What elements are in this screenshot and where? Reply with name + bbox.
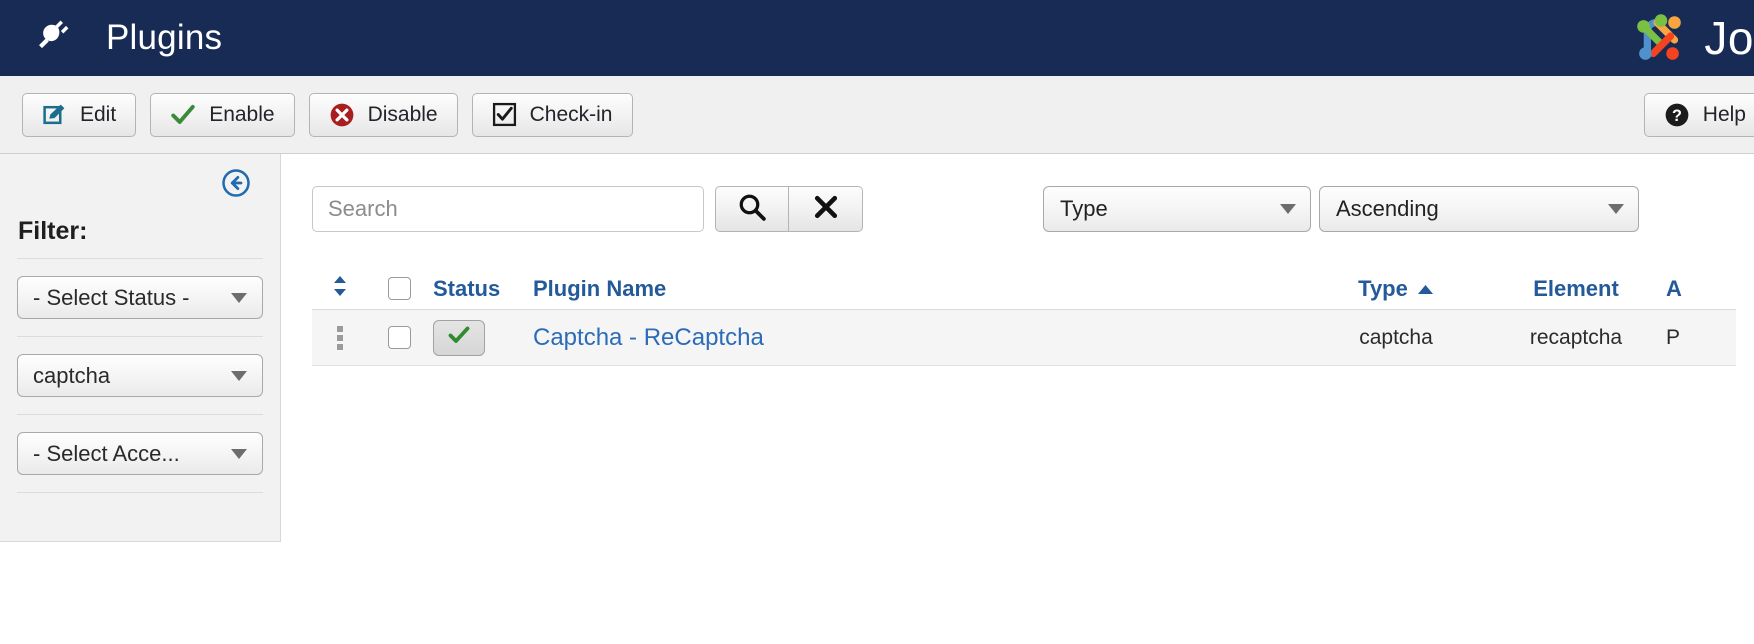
edit-button-label: Edit <box>80 102 117 126</box>
question-circle-icon: ? <box>1664 102 1690 128</box>
sort-direction-value: Ascending <box>1336 196 1439 221</box>
help-button[interactable]: ? Help <box>1643 92 1754 137</box>
disable-button[interactable]: Disable <box>308 92 458 137</box>
divider <box>17 492 263 493</box>
column-status-label: Status <box>433 275 501 301</box>
drag-handle-icon[interactable] <box>337 325 343 350</box>
column-access[interactable]: A <box>1666 276 1736 302</box>
column-type-label: Type <box>1358 275 1408 301</box>
filter-type-select[interactable]: captcha <box>17 354 263 397</box>
row-drag-cell[interactable] <box>312 325 368 350</box>
arrow-left-circle-icon[interactable] <box>221 168 251 203</box>
chevron-down-icon <box>231 370 247 381</box>
select-all-checkbox[interactable] <box>387 277 411 300</box>
edit-pencil-icon <box>42 102 67 127</box>
sort-ascending-icon <box>1417 276 1434 302</box>
sort-direction-select[interactable]: Ascending <box>1319 186 1639 232</box>
column-type[interactable]: Type <box>1306 276 1486 302</box>
disable-button-label: Disable <box>367 102 438 126</box>
column-element[interactable]: Element <box>1486 276 1666 302</box>
column-select-all[interactable] <box>368 277 430 300</box>
main-panel: Type Ascending <box>281 154 1754 644</box>
check-in-button[interactable]: Check-in <box>471 92 633 137</box>
chevron-down-icon <box>1608 204 1624 214</box>
svg-text:?: ? <box>1672 106 1682 124</box>
row-name-cell[interactable]: Captcha - ReCaptcha <box>530 324 1306 352</box>
joomla-brand[interactable]: Joo <box>1628 7 1754 69</box>
divider <box>17 258 263 259</box>
row-select-cell[interactable] <box>368 326 430 349</box>
filter-heading: Filter: <box>18 217 88 245</box>
check-icon <box>170 102 196 128</box>
cancel-circle-icon <box>329 102 355 128</box>
status-toggle-button[interactable] <box>433 319 485 356</box>
filter-access-value: - Select Acce... <box>33 440 180 466</box>
search-clear-button[interactable] <box>789 186 863 232</box>
app-header: Plugins Joo <box>0 0 1754 76</box>
divider <box>17 336 263 337</box>
search-input[interactable] <box>312 186 704 232</box>
edit-button[interactable]: Edit <box>22 92 137 137</box>
divider <box>17 414 263 415</box>
close-x-icon <box>812 193 840 226</box>
plugin-name-link[interactable]: Captcha - ReCaptcha <box>533 324 764 351</box>
checkbox-icon <box>492 102 517 127</box>
chevron-down-icon <box>231 448 247 459</box>
plugins-table: Status Plugin Name Type Element A Captch… <box>312 268 1736 366</box>
search-filter-bar: Type Ascending <box>312 186 1754 232</box>
row-checkbox[interactable] <box>387 326 411 349</box>
page-title: Plugins <box>106 18 223 57</box>
column-ordering[interactable] <box>312 274 368 304</box>
column-plugin-name[interactable]: Plugin Name <box>530 276 1306 302</box>
check-in-button-label: Check-in <box>529 102 613 126</box>
enable-button[interactable]: Enable <box>150 92 295 137</box>
row-status-cell[interactable] <box>430 319 530 356</box>
column-element-label: Element <box>1533 275 1619 301</box>
row-element-cell: recaptcha <box>1529 325 1623 349</box>
chevron-down-icon <box>231 292 247 303</box>
row-type-cell: captcha <box>1359 325 1433 349</box>
column-plugin-name-label: Plugin Name <box>533 275 667 301</box>
enable-button-label: Enable <box>209 102 275 126</box>
filter-access-select[interactable]: - Select Acce... <box>17 432 263 475</box>
content-area: Filter: - Select Status - captcha - Sele… <box>0 154 1754 644</box>
search-icon <box>737 192 767 227</box>
filter-status-value: - Select Status - <box>33 284 190 310</box>
plug-icon <box>34 16 78 60</box>
sort-field-select[interactable]: Type <box>1043 186 1311 232</box>
search-submit-button[interactable] <box>715 186 789 232</box>
table-row[interactable]: Captcha - ReCaptcha captcha recaptcha P <box>312 310 1736 366</box>
sort-field-value: Type <box>1060 196 1108 221</box>
filter-status-select[interactable]: - Select Status - <box>17 276 263 319</box>
table-header-row: Status Plugin Name Type Element A <box>312 268 1736 310</box>
chevron-down-icon <box>1280 204 1296 214</box>
column-status[interactable]: Status <box>430 276 530 302</box>
filter-type-value: captcha <box>33 362 111 388</box>
help-button-label: Help <box>1702 102 1746 126</box>
column-access-label: A <box>1666 275 1682 301</box>
sidebar-collapse-row <box>17 154 263 203</box>
check-icon <box>447 323 471 353</box>
sort-updown-icon <box>330 274 350 304</box>
joomla-logo-icon <box>1637 14 1682 60</box>
toolbar: Edit Enable Disable Check-in ? Help <box>0 76 1754 154</box>
brand-text: Joo <box>1704 12 1754 64</box>
filter-sidebar: Filter: - Select Status - captcha - Sele… <box>0 154 281 542</box>
row-access-cell: P <box>1666 325 1681 349</box>
